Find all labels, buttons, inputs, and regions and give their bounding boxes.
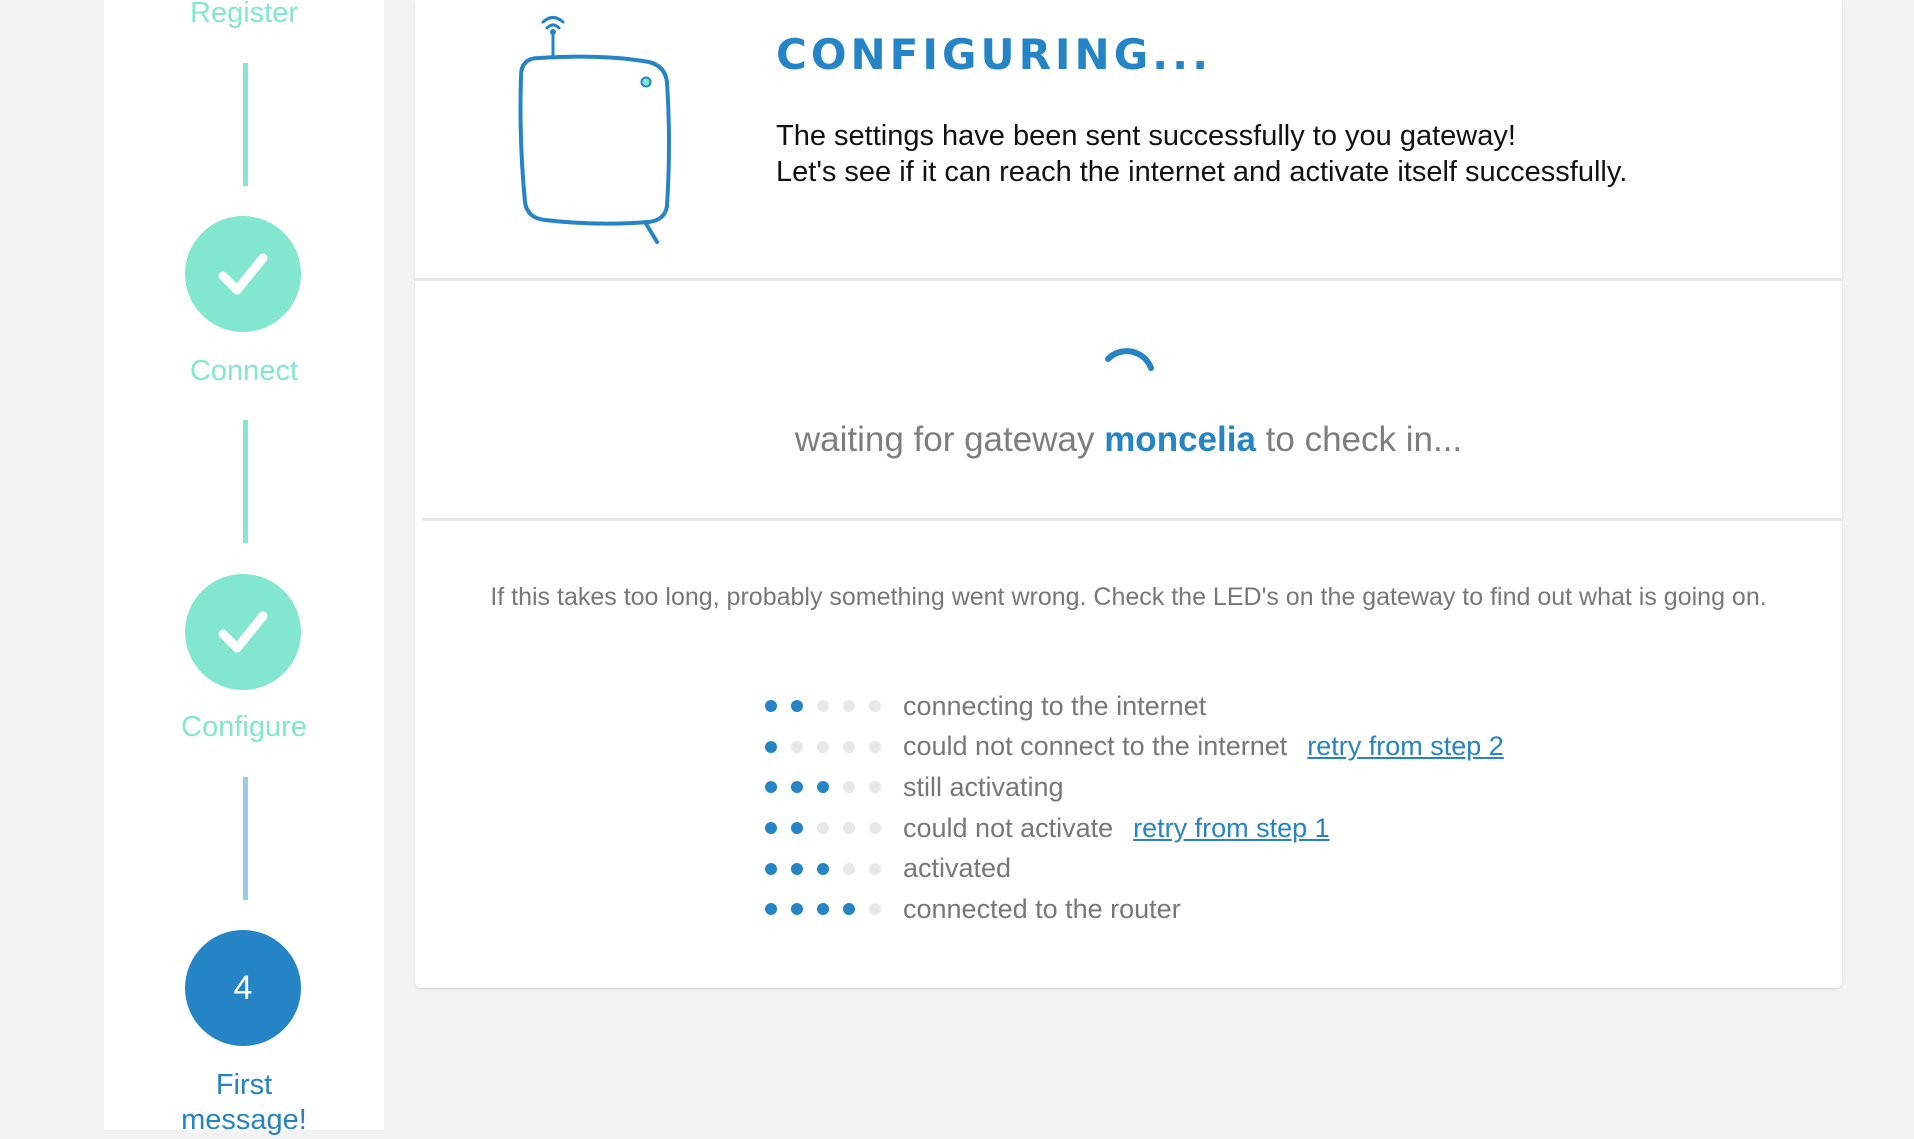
led-off-dot [817, 822, 829, 835]
led-off-dot [843, 700, 855, 713]
led-on-dot [817, 862, 829, 875]
help-text: If this takes too long, probably somethi… [490, 583, 1767, 611]
led-off-dot [869, 700, 881, 713]
led-legend-row: activated [765, 848, 1504, 889]
led-on-dot [817, 903, 829, 916]
led-indicator [765, 781, 903, 794]
gateway-name: moncelia [1104, 420, 1256, 459]
loading-spinner-icon [1105, 348, 1154, 371]
gateway-device-icon [518, 16, 671, 244]
page-title: CONFIGURING... [776, 30, 1213, 79]
led-off-dot [843, 781, 855, 794]
led-off-dot [869, 903, 881, 916]
step-connector-line [243, 63, 248, 186]
step-configure-label[interactable]: Configure [104, 710, 384, 745]
led-indicator [765, 862, 903, 875]
led-off-dot [869, 781, 881, 794]
led-on-dot [765, 903, 777, 916]
step-connect-circle[interactable] [185, 216, 301, 332]
led-off-dot [791, 740, 803, 753]
waiting-suffix: to check in... [1265, 420, 1463, 459]
waiting-prefix: waiting for gateway [794, 420, 1095, 459]
led-legend-text: could not activate [903, 812, 1114, 843]
led-legend-text: could not connect to the internet [903, 731, 1288, 762]
led-legend: connecting to the internet could not conn… [765, 686, 1504, 930]
step-connect-label[interactable]: Connect [104, 354, 384, 389]
led-on-dot [843, 903, 855, 916]
led-off-dot [843, 862, 855, 875]
led-legend-text: still activating [903, 771, 1064, 802]
configuring-card: CONFIGURING... The settings have been se… [415, 0, 1842, 988]
led-on-dot [791, 822, 803, 835]
waiting-status: waiting for gateway moncelia to check in… [415, 420, 1842, 460]
step-configure-circle[interactable] [185, 574, 301, 690]
led-legend-row: still activating [765, 767, 1504, 808]
led-on-dot [791, 862, 803, 875]
led-off-dot [869, 862, 881, 875]
led-on-dot [765, 862, 777, 875]
led-on-dot [791, 903, 803, 916]
retry-link[interactable]: retry from step 2 [1307, 731, 1504, 762]
intro-line-2: Let's see if it can reach the internet a… [776, 156, 1628, 188]
step-current-circle: 4 [185, 930, 301, 1046]
led-on-dot [817, 781, 829, 794]
checkmark-icon [218, 611, 268, 653]
step-sidebar: Register Connect Configure 4 First messa… [104, 0, 384, 1136]
led-legend-row: could not connect to the internet retry f… [765, 727, 1504, 768]
led-indicator [765, 822, 903, 835]
led-off-dot [869, 822, 881, 835]
led-legend-text: connecting to the internet [903, 690, 1207, 721]
retry-link[interactable]: retry from step 1 [1133, 813, 1330, 844]
led-on-dot [765, 781, 777, 794]
led-legend-row: connected to the router [765, 889, 1504, 930]
led-on-dot [791, 781, 803, 794]
led-on-dot [765, 740, 777, 753]
step-connector-line [243, 420, 248, 543]
step-register-label[interactable]: Register [104, 0, 384, 31]
led-off-dot [869, 740, 881, 753]
led-indicator [765, 903, 903, 916]
led-legend-row: could not activate retry from step 1 [765, 808, 1504, 849]
step-connector-line [243, 777, 248, 900]
checkmark-icon [218, 253, 268, 295]
section-divider [422, 518, 1842, 521]
intro-line-1: The settings have been sent successfully… [776, 120, 1516, 152]
led-on-dot [765, 822, 777, 835]
step-number: 4 [233, 968, 253, 1007]
led-on-dot [791, 700, 803, 713]
led-off-dot [843, 822, 855, 835]
led-legend-row: connecting to the internet [765, 686, 1504, 727]
led-off-dot [817, 700, 829, 713]
section-divider [415, 278, 1842, 281]
led-legend-text: activated [903, 853, 1012, 884]
led-on-dot [765, 700, 777, 713]
led-off-dot [817, 740, 829, 753]
led-off-dot [843, 740, 855, 753]
led-indicator [765, 700, 903, 713]
led-legend-text: connected to the router [903, 893, 1181, 924]
led-indicator [765, 740, 903, 753]
step-first-message-label: First message! [181, 1069, 307, 1137]
